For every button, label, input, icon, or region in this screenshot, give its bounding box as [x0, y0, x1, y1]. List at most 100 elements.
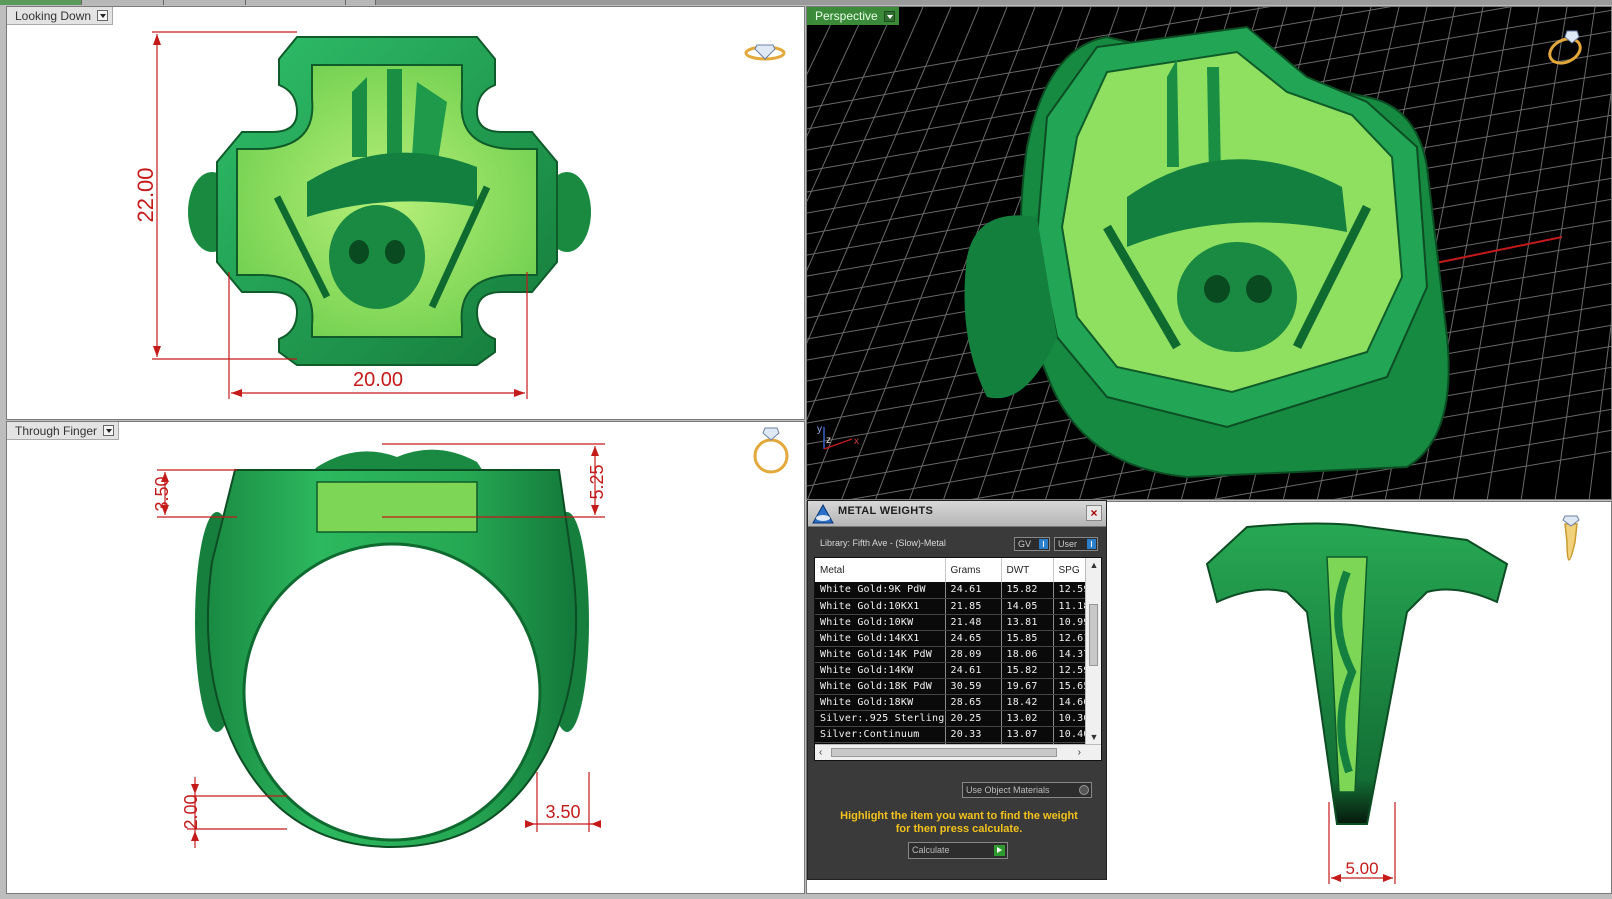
- front-view-model: 3.50 5.25 2.00 3.50: [152, 427, 789, 849]
- metal-weights-logo-icon: [812, 504, 834, 524]
- dim-side-bottom: 5.00: [1345, 859, 1378, 878]
- viewport-label-text: Through Finger: [15, 423, 98, 438]
- column-header[interactable]: Metal: [815, 558, 946, 582]
- viewport-looking-down[interactable]: Looking Down 22.00 20.00: [6, 6, 805, 420]
- table-cell: White Gold:14KW: [815, 662, 946, 679]
- table-cell: 18.42: [1001, 694, 1054, 711]
- table-cell: 12.59: [1053, 582, 1086, 599]
- hint-line-1: Highlight the item you want to find the …: [840, 810, 1078, 822]
- viewport-label[interactable]: Perspective: [807, 7, 899, 25]
- table-cell: 13.81: [1001, 614, 1054, 631]
- table-cell: 14.05: [1001, 598, 1054, 615]
- table-cell: 28.09: [945, 646, 1002, 663]
- viewport-label[interactable]: Looking Down: [7, 7, 114, 25]
- table-cell: White Gold:9K PdW: [815, 582, 946, 599]
- table-cell: White Gold:14KX1: [815, 630, 946, 647]
- scroll-down-icon[interactable]: ▼: [1089, 732, 1099, 742]
- gear-icon: [1079, 785, 1089, 795]
- viewport-label-text: Looking Down: [15, 8, 92, 23]
- perspective-view-model: y z x: [807, 7, 1611, 499]
- metal-weights-panel[interactable]: METAL WEIGHTS × Library: Fifth Ave - (Sl…: [807, 500, 1107, 880]
- scroll-thumb[interactable]: [1089, 604, 1098, 666]
- viewport-label[interactable]: Through Finger: [7, 422, 120, 440]
- dim-front-bottom-left: 2.00: [181, 794, 201, 829]
- table-cell: White Gold:14K PdW: [815, 646, 946, 663]
- table-cell: 24.65: [945, 630, 1002, 647]
- scroll-left-icon[interactable]: ‹: [819, 747, 822, 758]
- table-row[interactable]: White Gold:9K PdW24.6115.8212.59: [815, 582, 1086, 599]
- chevron-down-icon[interactable]: [883, 10, 895, 22]
- table-row[interactable]: White Gold:14KX124.6515.8512.61: [815, 630, 1086, 647]
- table-cell: White Gold:18K PdW: [815, 678, 946, 695]
- table-cell: 10.36: [1053, 710, 1086, 727]
- calculate-button[interactable]: Calculate: [908, 842, 1008, 859]
- table-cell: White Gold:10KX1: [815, 598, 946, 615]
- table-cell: 15.82: [1001, 662, 1054, 679]
- tab-1[interactable]: [0, 0, 82, 5]
- viewport-label-text: Perspective: [815, 9, 878, 23]
- metal-table[interactable]: Metal Grams DWT SPG White Gold:9K PdW 24.61 1…: [814, 557, 1102, 761]
- viewport-through-finger[interactable]: Through Finger 3.50 5.25 2.00 3.50: [6, 421, 805, 894]
- table-cell: 10.99: [1053, 614, 1086, 631]
- user-label: User: [1058, 539, 1078, 549]
- table-cell: 11.18: [1053, 598, 1086, 615]
- tab-4[interactable]: [246, 0, 346, 5]
- table-cell: Silver:.925 Sterling: [815, 710, 946, 727]
- axis-y-label: y: [817, 424, 822, 435]
- table-cell: 20.25: [945, 710, 1002, 727]
- table-row[interactable]: White Gold:18KW28.6518.4214.66: [815, 694, 1086, 711]
- tab-5[interactable]: [346, 0, 376, 5]
- gv-toggle[interactable]: GV: [1014, 537, 1050, 551]
- table-cell: 13.02: [1001, 710, 1054, 727]
- dim-top-height: 22.00: [133, 167, 158, 222]
- dim-top-width: 20.00: [353, 369, 403, 391]
- table-row[interactable]: White Gold:14KW24.6115.8212.59: [815, 662, 1086, 679]
- info-icon: [1087, 539, 1096, 549]
- axis-z-label: z: [826, 435, 831, 446]
- diamond-ring-icon: [744, 44, 786, 61]
- tab-strip: [0, 0, 1612, 5]
- user-toggle[interactable]: User: [1054, 537, 1098, 551]
- tab-3[interactable]: [164, 0, 246, 5]
- close-icon[interactable]: ×: [1086, 505, 1102, 521]
- hint-text: Highlight the item you want to find the …: [820, 810, 1098, 836]
- use-object-materials-toggle[interactable]: Use Object Materials: [962, 782, 1092, 798]
- table-cell: 13.07: [1001, 726, 1054, 743]
- axis-x-label: x: [854, 436, 859, 447]
- chevron-down-icon[interactable]: [103, 425, 115, 436]
- column-header[interactable]: SPG: [1053, 558, 1086, 582]
- table-row[interactable]: White Gold:14K PdW28.0918.0614.37: [815, 646, 1086, 663]
- table-cell: 14.66: [1053, 694, 1086, 711]
- dim-front-bottom-right: 3.50: [545, 802, 580, 822]
- gv-label: GV: [1018, 539, 1032, 549]
- table-cell: White Gold:18KW: [815, 694, 946, 711]
- vertical-scrollbar[interactable]: ▲ ▼: [1085, 558, 1101, 744]
- table-cell: 24.61: [945, 582, 1002, 599]
- use-object-materials-label: Use Object Materials: [966, 785, 1050, 795]
- table-cell: 24.61: [945, 662, 1002, 679]
- table-row[interactable]: White Gold:10KX121.8514.0511.18: [815, 598, 1086, 615]
- horizontal-scrollbar[interactable]: ‹ ›: [815, 744, 1101, 760]
- scroll-up-icon[interactable]: ▲: [1089, 560, 1099, 570]
- scroll-thumb[interactable]: [831, 748, 1057, 757]
- viewport-perspective[interactable]: Perspective y z x: [806, 6, 1612, 500]
- table-cell: 12.61: [1053, 630, 1086, 647]
- tab-2[interactable]: [82, 0, 164, 5]
- table-cell: 28.65: [945, 694, 1002, 711]
- dim-front-top-right: 5.25: [587, 464, 607, 499]
- panel-title: METAL WEIGHTS: [838, 505, 934, 517]
- table-row[interactable]: White Gold:18K PdW30.5919.6715.65: [815, 678, 1086, 695]
- table-cell: 10.40: [1053, 726, 1086, 743]
- info-icon: [1039, 539, 1048, 549]
- chevron-down-icon[interactable]: [97, 10, 109, 21]
- table-row[interactable]: Silver:.925 Sterling20.2513.0210.36: [815, 710, 1086, 727]
- panel-titlebar[interactable]: METAL WEIGHTS ×: [808, 501, 1106, 527]
- column-header[interactable]: Grams: [945, 558, 1002, 582]
- column-header[interactable]: DWT: [1001, 558, 1054, 582]
- table-cell: 20.33: [945, 726, 1002, 743]
- table-row[interactable]: Silver:Continuum20.3313.0710.40: [815, 726, 1086, 743]
- table-cell: 12.59: [1053, 662, 1086, 679]
- scroll-right-icon[interactable]: ›: [1078, 747, 1081, 758]
- library-label: Library: Fifth Ave - (Slow)-Metal: [820, 538, 946, 548]
- table-row[interactable]: White Gold:10KW21.4813.8110.99: [815, 614, 1086, 631]
